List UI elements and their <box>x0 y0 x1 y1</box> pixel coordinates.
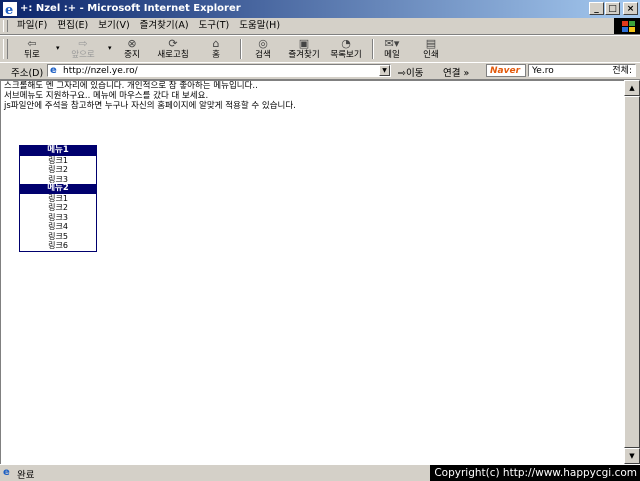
page-done-icon: e <box>3 467 10 478</box>
menu-header-2[interactable]: 메뉴2 <box>20 183 96 194</box>
standard-toolbar: ⇦ 뒤로 ▾ ⇨ 앞으로 ▾ ⊗ 중지 ⟳ 새로고침 ⌂ 홈 ◎ 검색 ▣ 즐겨… <box>0 35 640 63</box>
go-label: 이동 <box>405 68 424 79</box>
description-line-1: 스크롤해도 멘 그자리에 있습니다. 개인적으로 참 좋아하는 메뉴입니다.. <box>4 81 258 91</box>
refresh-icon: ⟳ <box>168 37 178 50</box>
toolbar-search-input[interactable]: Ye.ro 전체: <box>528 64 636 77</box>
dropdown-arrow-icon: ▾ <box>56 44 60 52</box>
menu-bar: 파일(F) 편집(E) 보기(V) 즐겨찾기(A) 도구(T) 도움말(H) <box>0 18 640 35</box>
address-label: 주소(D) <box>11 68 44 79</box>
mail-label: 메일 <box>384 50 400 60</box>
menu-view[interactable]: 보기(V) <box>93 18 134 34</box>
windows-logo-icon <box>614 18 640 34</box>
mail-button[interactable]: ✉▾ 메일 <box>378 37 406 61</box>
back-label: 뒤로 <box>24 50 40 60</box>
favorites-folder-icon: ▣ <box>298 37 310 50</box>
printer-icon: ▤ <box>425 37 437 50</box>
address-dropdown-icon[interactable]: ▼ <box>379 65 390 76</box>
dropdown-arrow-icon: ▾ <box>108 44 112 52</box>
menubar-grip[interactable] <box>3 20 8 32</box>
favorites-button[interactable]: ▣ 즐겨찾기 <box>282 37 326 61</box>
search-value: Ye.ro <box>532 66 554 76</box>
svg-text:e: e <box>5 3 13 16</box>
search-scope[interactable]: 전체: <box>612 65 632 77</box>
back-arrow-icon: ⇦ <box>27 37 37 50</box>
scroll-thumb[interactable] <box>624 96 640 448</box>
address-url[interactable]: http://nzel.ye.ro/ <box>63 65 138 77</box>
back-dropdown[interactable]: ▾ <box>52 37 60 61</box>
menu-help[interactable]: 도움말(H) <box>234 18 285 34</box>
home-label: 홈 <box>212 50 220 60</box>
stop-button[interactable]: ⊗ 중지 <box>114 37 150 61</box>
print-label: 인쇄 <box>423 50 439 60</box>
forward-label: 앞으로 <box>71 50 95 60</box>
search-label: 검색 <box>255 50 271 60</box>
scroll-down-button[interactable]: ▼ <box>624 448 640 464</box>
search-globe-icon: ◎ <box>258 37 268 50</box>
close-button[interactable]: × <box>623 2 638 15</box>
toolbar-separator <box>372 39 374 59</box>
menu-tools[interactable]: 도구(T) <box>194 18 235 34</box>
favorites-label: 즐겨찾기 <box>288 50 320 60</box>
page-icon: e <box>50 65 57 76</box>
status-text: 완료 <box>17 470 35 481</box>
history-button[interactable]: ◔ 목록보기 <box>326 37 366 61</box>
menu-file[interactable]: 파일(F) <box>12 18 52 34</box>
mail-icon: ✉▾ <box>384 37 400 50</box>
description-line-3: js파일안에 주석을 참고하면 누구나 자신의 홈페이지에 알맞게 적용할 수 … <box>4 101 296 111</box>
maximize-button[interactable]: □ <box>605 2 620 15</box>
forward-arrow-icon: ⇨ <box>78 37 88 50</box>
menu2-link-1[interactable]: 링크1 <box>20 194 96 204</box>
go-arrow-icon: ⇨ <box>398 68 406 79</box>
copyright-banner: Copyright(c) http://www.happycgi.com <box>430 465 640 481</box>
menu2-link-4[interactable]: 링크4 <box>20 222 96 232</box>
home-button[interactable]: ⌂ 홈 <box>198 37 234 61</box>
description-line-2: 서브메뉴도 지원하구요.. 메뉴에 마우스를 갔다 대 보세요. <box>4 91 209 101</box>
vertical-scrollbar[interactable]: ▲ ▼ <box>624 80 640 464</box>
menu2-link-6[interactable]: 링크6 <box>20 241 96 251</box>
refresh-button[interactable]: ⟳ 새로고침 <box>152 37 194 61</box>
menu1-link-2[interactable]: 링크2 <box>20 165 96 175</box>
address-input[interactable]: e http://nzel.ye.ro/ ▼ <box>47 64 391 77</box>
floating-menu: 메뉴1 링크1 링크2 링크3 메뉴2 링크1 링크2 링크3 링크4 링크5 … <box>19 145 97 252</box>
title-bar[interactable]: e +: Nzel :+ - Microsoft Internet Explor… <box>0 0 640 18</box>
menu2-link-5[interactable]: 링크5 <box>20 232 96 242</box>
back-button[interactable]: ⇦ 뒤로 <box>14 37 50 61</box>
scroll-up-button[interactable]: ▲ <box>624 80 640 96</box>
home-icon: ⌂ <box>212 37 220 50</box>
page-content: 스크롤해도 멘 그자리에 있습니다. 개인적으로 참 좋아하는 메뉴입니다.. … <box>0 80 624 464</box>
naver-label: Naver <box>490 66 521 76</box>
window-title: +: Nzel :+ - Microsoft Internet Explorer <box>20 3 241 14</box>
toolbar-grip[interactable] <box>3 39 8 59</box>
menu-edit[interactable]: 편집(E) <box>52 18 93 34</box>
stop-label: 중지 <box>124 50 140 60</box>
history-icon: ◔ <box>341 37 351 50</box>
menu2-link-2[interactable]: 링크2 <box>20 203 96 213</box>
menu2-link-3[interactable]: 링크3 <box>20 213 96 223</box>
stop-icon: ⊗ <box>127 37 137 50</box>
print-button[interactable]: ▤ 인쇄 <box>416 37 446 61</box>
go-button[interactable]: ⇨이동 <box>398 65 423 79</box>
address-bar: 주소(D) e http://nzel.ye.ro/ ▼ ⇨이동 연결 » Na… <box>0 62 640 80</box>
refresh-label: 새로고침 <box>157 50 189 60</box>
menu-header-1[interactable]: 메뉴1 <box>20 145 96 156</box>
history-label: 목록보기 <box>330 50 362 60</box>
status-bar: e 완료 Copyright(c) http://www.happycgi.co… <box>0 464 640 481</box>
search-button[interactable]: ◎ 검색 <box>246 37 280 61</box>
toolbar-separator <box>240 39 242 59</box>
menu-favorites[interactable]: 즐겨찾기(A) <box>135 18 194 34</box>
menu1-link-1[interactable]: 링크1 <box>20 156 96 166</box>
minimize-button[interactable]: _ <box>589 2 604 15</box>
naver-logo[interactable]: Naver <box>486 64 526 77</box>
forward-dropdown[interactable]: ▾ <box>104 37 112 61</box>
forward-button[interactable]: ⇨ 앞으로 <box>62 37 104 61</box>
links-button[interactable]: 연결 » <box>443 65 469 79</box>
ie-logo-icon: e <box>3 2 17 16</box>
